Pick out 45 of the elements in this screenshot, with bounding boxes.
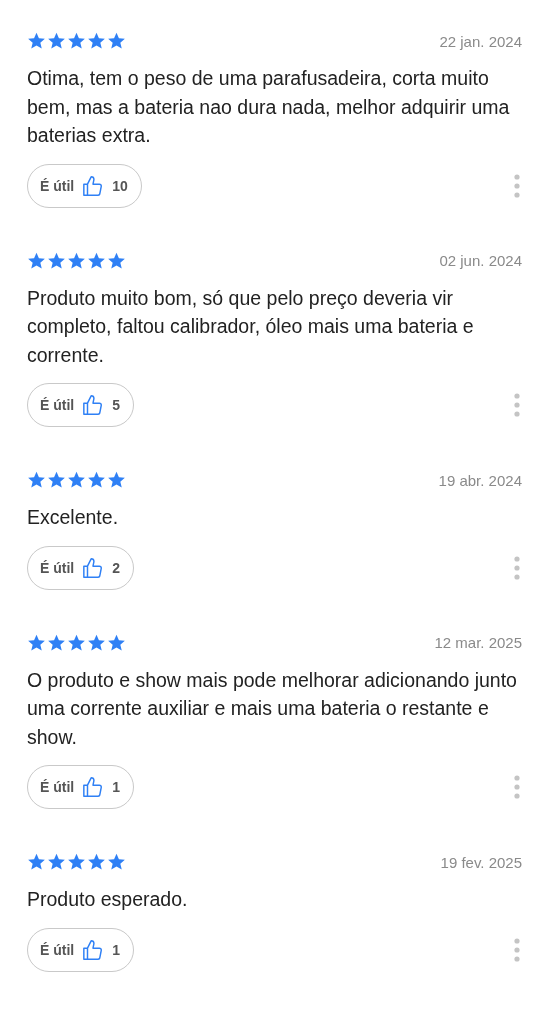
helpful-button[interactable]: É útil 2 [27, 545, 135, 590]
review-text: Excelente. [27, 505, 120, 530]
star-icon [107, 251, 126, 270]
helpful-button[interactable]: É útil 10 [27, 163, 142, 208]
star-icon [87, 853, 106, 871]
helpful-button[interactable]: É útil 1 [27, 765, 135, 809]
star-icon [27, 32, 46, 50]
star-icon [47, 853, 66, 871]
star-icon [47, 633, 66, 652]
star-icon [67, 251, 86, 270]
star-icon [67, 633, 86, 652]
star-icon [87, 471, 106, 489]
star-icon [87, 251, 106, 270]
star-icon [107, 32, 126, 50]
star-icon [87, 32, 106, 50]
review-date: 22 jan. 2024 [439, 32, 522, 50]
star-icon [27, 853, 46, 871]
review-text: Produto muito bom, só que pelo preço deveria vir completo, faltou calibrador, óleo mais uma bateria e corrente. [27, 285, 475, 368]
thumbs-up-icon [82, 394, 105, 416]
thumbs-up-icon [82, 938, 105, 961]
helpful-button[interactable]: É útil 5 [27, 383, 135, 427]
thumbs-up-icon [82, 776, 105, 798]
review-text: Produto esperado. [27, 887, 189, 912]
star-icon [27, 633, 46, 652]
star-icon [47, 32, 66, 50]
star-icon [67, 32, 86, 50]
thumbs-up-icon [82, 174, 105, 197]
thumbs-up-icon [82, 556, 105, 579]
star-icon [47, 471, 66, 489]
star-icon [67, 853, 86, 871]
star-icon [87, 633, 106, 652]
review-date: 19 abr. 2024 [438, 471, 522, 489]
star-icon [107, 471, 126, 489]
review-text: O produto e show mais pode melhorar adicionando junto uma corrente auxiliar e mais uma bateria o restante e show. [27, 667, 518, 750]
star-icon [107, 633, 126, 652]
star-icon [107, 853, 126, 871]
review-date: 12 mar. 2025 [434, 634, 522, 651]
review-date: 02 jun. 2024 [439, 252, 522, 269]
review-date: 19 fev. 2025 [440, 853, 522, 871]
star-icon [47, 251, 66, 270]
star-icon [67, 471, 86, 489]
helpful-button[interactable]: É útil 1 [27, 927, 135, 972]
star-icon [27, 251, 46, 270]
star-icon [27, 471, 46, 489]
review-text: Otima, tem o peso de uma parafusadeira, corta muito bem, mas a bateria nao dura nada, melhor adquirir uma baterias extra. [27, 66, 511, 148]
